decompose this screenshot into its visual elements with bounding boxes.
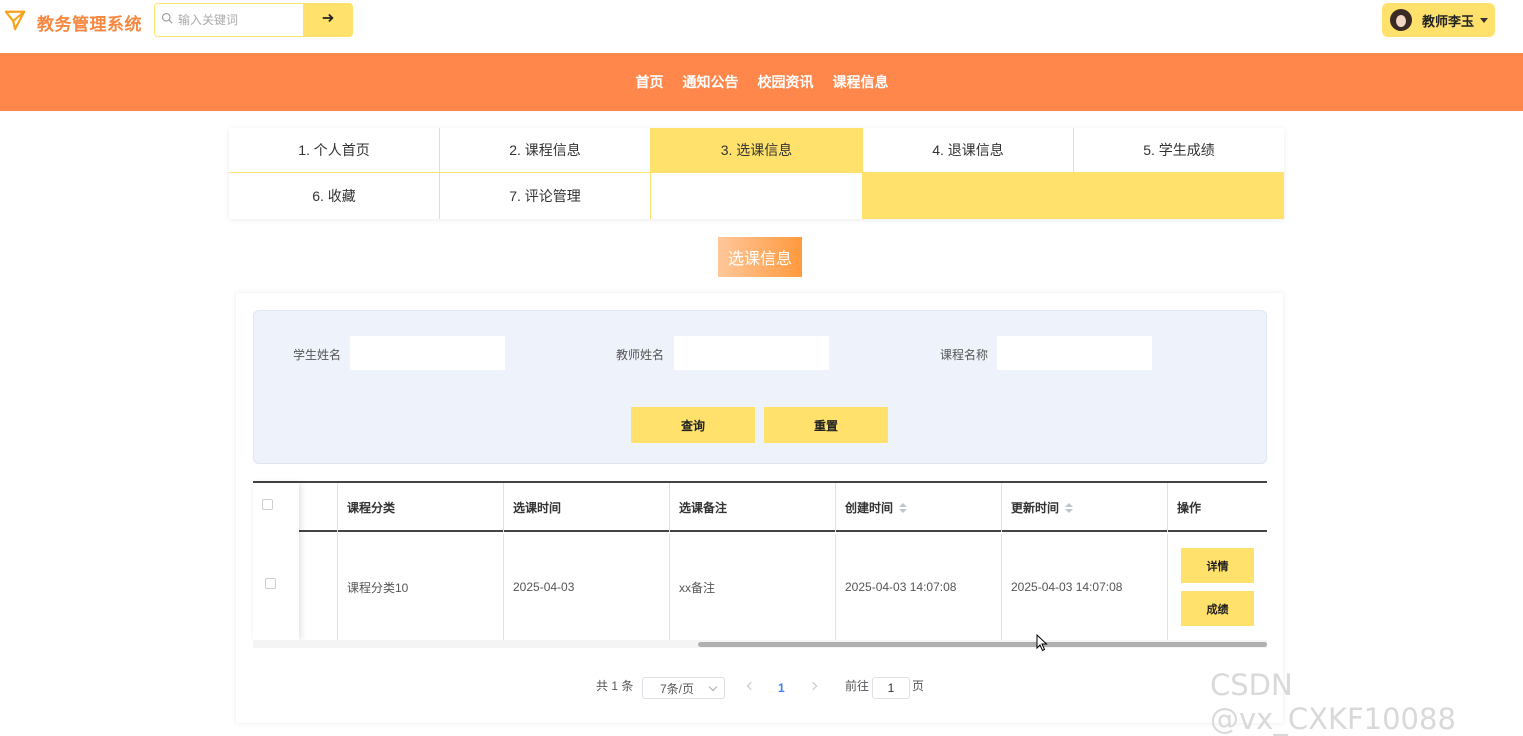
avatar bbox=[1390, 9, 1412, 31]
mouse-cursor-icon bbox=[1036, 634, 1048, 652]
grade-button[interactable]: 成绩 bbox=[1181, 591, 1254, 626]
table-header: 课程分类 选课时间 选课备注 创建时间 更新时间 操作 bbox=[253, 483, 1267, 532]
tab-filler bbox=[863, 173, 1284, 219]
chevron-down-icon bbox=[708, 682, 718, 692]
arrow-right-icon bbox=[321, 11, 335, 30]
center-tabs: 1. 个人首页 2. 课程信息 3. 选课信息 4. 退课信息 5. 学生成绩 … bbox=[229, 128, 1284, 219]
main-nav: 首页 通知公告 校园资讯 课程信息 bbox=[0, 53, 1523, 111]
next-page-icon[interactable] bbox=[808, 681, 818, 691]
teacher-name-label: 教师姓名 bbox=[616, 348, 665, 362]
sort-icon[interactable] bbox=[1065, 502, 1074, 513]
fixed-checkbox-column bbox=[253, 483, 299, 640]
cell-created-time: 2025-04-03 14:07:08 bbox=[835, 534, 1001, 640]
app-title: 教务管理系统 bbox=[37, 15, 142, 34]
goto-page-input[interactable] bbox=[872, 677, 910, 699]
tab-profile[interactable]: 1. 个人首页 bbox=[229, 128, 440, 173]
selections-table: 课程分类 选课时间 选课备注 创建时间 更新时间 操作 课程分类10 2025-… bbox=[253, 481, 1267, 648]
goto-prefix: 前往 bbox=[845, 679, 870, 693]
row-checkbox[interactable] bbox=[265, 578, 276, 589]
search-submit-button[interactable] bbox=[303, 3, 353, 37]
prev-page-icon[interactable] bbox=[746, 681, 756, 691]
header-updated-time[interactable]: 更新时间 bbox=[1001, 483, 1167, 532]
course-name-label: 课程名称 bbox=[940, 348, 989, 362]
search-bar bbox=[154, 3, 353, 37]
tab-favorites[interactable]: 6. 收藏 bbox=[229, 173, 440, 219]
student-name-input[interactable] bbox=[350, 336, 505, 370]
current-page[interactable]: 1 bbox=[778, 681, 785, 695]
cell-select-time: 2025-04-03 bbox=[503, 534, 669, 640]
section-title: 选课信息 bbox=[718, 237, 802, 277]
header-select-time: 选课时间 bbox=[503, 483, 669, 532]
header-remark: 选课备注 bbox=[669, 483, 835, 532]
page-size-select[interactable]: 7条/页 bbox=[642, 677, 725, 699]
tab-comments[interactable]: 7. 评论管理 bbox=[440, 173, 651, 219]
paper-plane-icon bbox=[4, 9, 26, 36]
nav-item-courses[interactable]: 课程信息 bbox=[833, 72, 889, 92]
scrollbar-thumb[interactable] bbox=[698, 642, 1267, 647]
teacher-name-input[interactable] bbox=[674, 336, 829, 370]
query-button[interactable]: 查询 bbox=[631, 407, 755, 443]
user-name: 教师李玉 bbox=[1422, 13, 1475, 29]
course-name-input[interactable] bbox=[997, 336, 1152, 370]
select-all-checkbox[interactable] bbox=[262, 499, 273, 510]
header-created-time[interactable]: 创建时间 bbox=[835, 483, 1001, 532]
caret-down-icon bbox=[1480, 17, 1489, 23]
header-course-category: 课程分类 bbox=[337, 483, 503, 532]
page-size-value: 7条/页 bbox=[660, 681, 695, 696]
search-input[interactable] bbox=[178, 13, 298, 27]
header-created-time-label: 创建时间 bbox=[845, 501, 894, 515]
search-field[interactable] bbox=[154, 3, 303, 37]
tab-empty bbox=[651, 173, 863, 219]
cell-actions: 详情 成绩 bbox=[1167, 534, 1267, 640]
tab-selections[interactable]: 3. 选课信息 bbox=[651, 128, 863, 173]
header-actions: 操作 bbox=[1167, 483, 1267, 532]
user-menu[interactable]: 教师李玉 bbox=[1382, 3, 1495, 37]
filter-form: 学生姓名 教师姓名 课程名称 查询 重置 bbox=[253, 310, 1267, 464]
tab-withdrawals[interactable]: 4. 退课信息 bbox=[863, 128, 1074, 173]
logo[interactable]: 教务管理系统 bbox=[4, 9, 142, 36]
content-panel: 学生姓名 教师姓名 课程名称 查询 重置 课程分类 选课时间 选课备注 创建时间… bbox=[236, 293, 1283, 723]
detail-button[interactable]: 详情 bbox=[1181, 548, 1254, 583]
header-updated-time-label: 更新时间 bbox=[1011, 501, 1060, 515]
search-icon bbox=[161, 11, 173, 29]
watermark: CSDN @vx_CXKF10088 bbox=[1210, 668, 1456, 736]
tab-courses[interactable]: 2. 课程信息 bbox=[440, 128, 651, 173]
nav-item-home[interactable]: 首页 bbox=[636, 72, 664, 92]
sort-icon[interactable] bbox=[899, 502, 908, 513]
nav-item-news[interactable]: 校园资讯 bbox=[758, 72, 814, 92]
tab-grades[interactable]: 5. 学生成绩 bbox=[1074, 128, 1284, 173]
cell-course-category: 课程分类10 bbox=[337, 534, 503, 640]
pagination-total: 共 1 条 bbox=[596, 679, 634, 693]
goto-suffix: 页 bbox=[912, 679, 925, 693]
cell-updated-time: 2025-04-03 14:07:08 bbox=[1001, 534, 1167, 640]
student-name-label: 学生姓名 bbox=[293, 348, 342, 362]
nav-item-notices[interactable]: 通知公告 bbox=[683, 72, 739, 92]
cell-remark: xx备注 bbox=[669, 534, 835, 640]
reset-button[interactable]: 重置 bbox=[764, 407, 888, 443]
column-divider bbox=[337, 483, 338, 640]
top-bar: 教务管理系统 教师李玉 bbox=[0, 0, 1523, 53]
